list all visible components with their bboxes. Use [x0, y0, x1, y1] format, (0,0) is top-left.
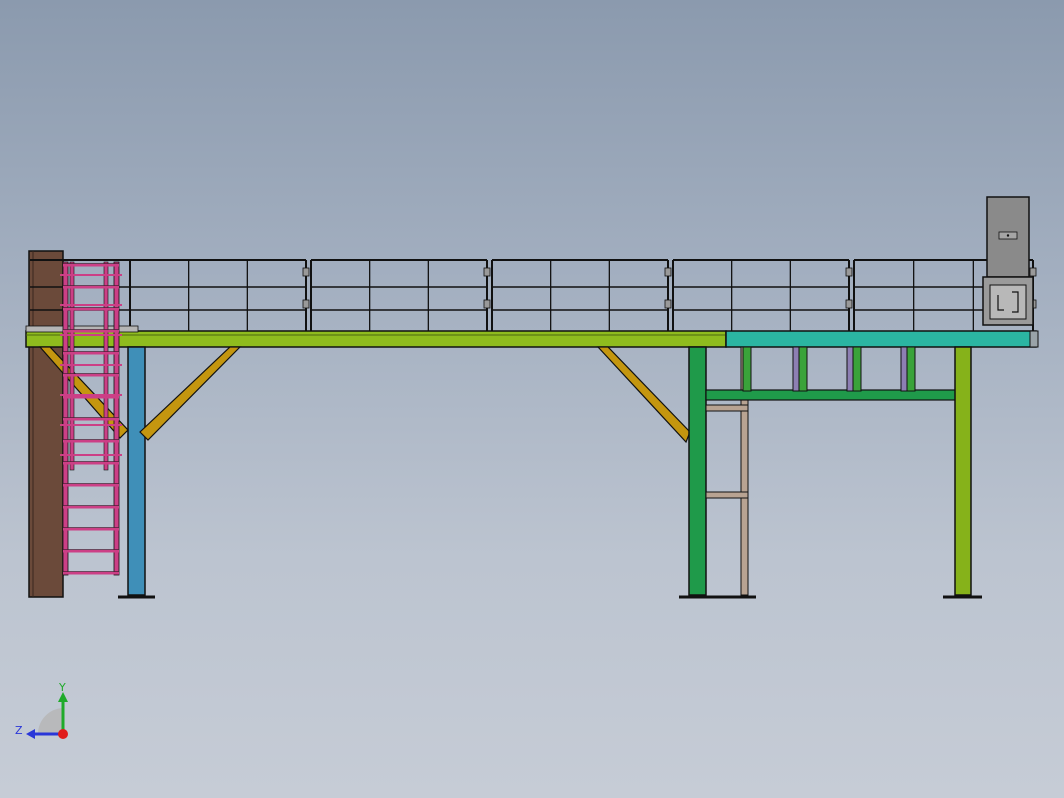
hanger-rods[interactable] — [742, 346, 916, 392]
rod-purple-1 — [792, 346, 800, 392]
brace-middle[interactable] — [596, 346, 691, 444]
handrail-clamp — [845, 267, 853, 277]
view-triad[interactable]: Y Z — [15, 681, 68, 739]
handrail-clamp — [302, 267, 310, 277]
triad-y-label: Y — [58, 681, 66, 694]
tan-rung-1 — [705, 404, 749, 412]
deck-right-beam — [725, 330, 1037, 348]
cabinet-door — [989, 284, 1027, 320]
graphics-viewport[interactable]: Y Z — [0, 0, 1064, 798]
cabinet-indicator — [1006, 234, 1010, 237]
column-left-blue[interactable] — [118, 346, 155, 599]
column-middle-green-body — [688, 346, 707, 596]
platform-deck-right[interactable] — [725, 330, 1039, 348]
rod-green-2 — [798, 346, 808, 392]
rod-purple-2 — [846, 346, 854, 392]
rod-green-3 — [852, 346, 862, 392]
triad-x-axis-dot — [58, 729, 68, 739]
rod-green-1 — [742, 346, 752, 392]
triad-z-label: Z — [15, 724, 23, 737]
handrail-clamp — [664, 267, 672, 277]
deck-right-end-cap — [1029, 330, 1039, 348]
handrail-clamp — [1029, 267, 1037, 277]
handrail-clamp — [664, 299, 672, 309]
electrical-cabinet[interactable] — [982, 196, 1034, 326]
column-right-body — [954, 346, 972, 596]
rod-purple-3 — [900, 346, 908, 392]
access-ladder[interactable] — [60, 261, 122, 576]
handrail-clamp — [483, 267, 491, 277]
tan-rung-2 — [705, 491, 749, 499]
rod-green-4 — [906, 346, 916, 392]
triad-arc — [37, 708, 63, 734]
triad-z-arrow-icon — [26, 729, 35, 739]
platform-deck-left[interactable] — [25, 330, 727, 348]
handrail-clamp — [302, 299, 310, 309]
left-post-body — [28, 250, 64, 598]
column-left-blue-body — [127, 346, 146, 596]
handrail-system[interactable] — [25, 259, 1037, 333]
tan-subframe[interactable] — [705, 346, 749, 596]
left-post[interactable] — [28, 250, 64, 598]
column-right[interactable] — [943, 346, 982, 599]
handrail-clamp — [483, 299, 491, 309]
handrail-clamp — [845, 299, 853, 309]
brace-left[interactable] — [139, 346, 242, 441]
cad-model-view[interactable]: Y Z — [0, 0, 1064, 798]
deck-left-beam — [25, 330, 727, 348]
